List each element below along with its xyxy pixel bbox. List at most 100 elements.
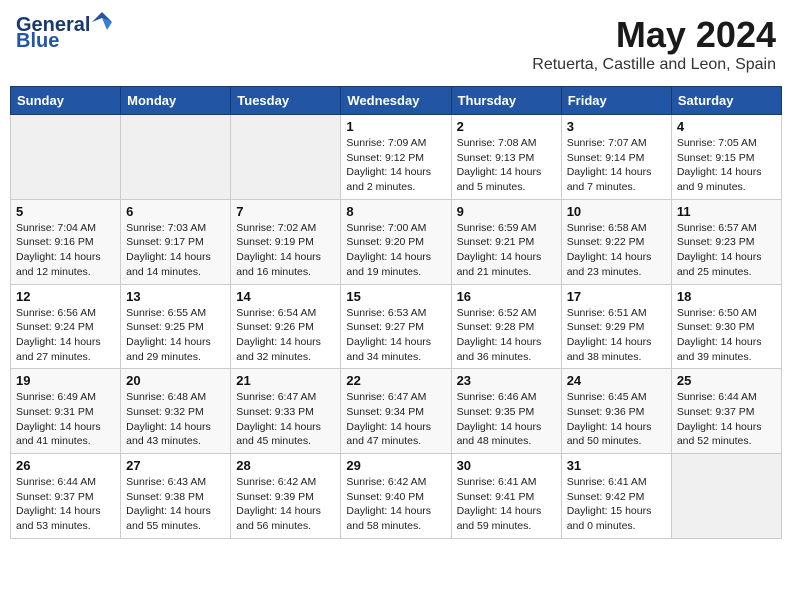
calendar-week-row: 19 Sunrise: 6:49 AM Sunset: 9:31 PM Dayli… xyxy=(11,369,782,454)
weekday-header-tuesday: Tuesday xyxy=(231,87,341,115)
day-number: 30 xyxy=(457,458,556,473)
weekday-header-friday: Friday xyxy=(561,87,671,115)
calendar-cell: 27Sunrise: 6:43 AM Sunset: 9:38 PM Dayli… xyxy=(121,454,231,539)
calendar-cell: 2Sunrise: 7:08 AM Sunset: 9:13 PM Daylig… xyxy=(451,115,561,200)
cell-content: Sunrise: 6:50 AM Sunset: 9:30 PM Dayligh… xyxy=(677,306,776,365)
cell-content: Sunrise: 6:58 AM Sunset: 9:22 PM Dayligh… xyxy=(567,221,666,280)
cell-content: Sunrise: 6:44 AM Sunset: 9:37 PM Dayligh… xyxy=(16,475,115,534)
page-header: General Blue May 2024 Retuerta, Castille… xyxy=(10,10,782,78)
day-number: 5 xyxy=(16,204,115,219)
calendar-body: 1 Sunrise: 7:09 AM Sunset: 9:12 PM Daylig… xyxy=(11,115,782,539)
cell-content: Sunrise: 6:54 AM Sunset: 9:26 PM Dayligh… xyxy=(236,306,335,365)
day-number: 3 xyxy=(567,119,666,134)
calendar-cell: 24Sunrise: 6:45 AM Sunset: 9:36 PM Dayli… xyxy=(561,369,671,454)
calendar-cell: 7 Sunrise: 7:02 AM Sunset: 9:19 PM Daylig… xyxy=(231,199,341,284)
cell-content: Sunrise: 6:42 AM Sunset: 9:39 PM Dayligh… xyxy=(236,475,335,534)
day-number: 21 xyxy=(236,373,335,388)
weekday-header-wednesday: Wednesday xyxy=(341,87,451,115)
cell-content: Sunrise: 6:48 AM Sunset: 9:32 PM Dayligh… xyxy=(126,390,225,449)
weekday-header-saturday: Saturday xyxy=(671,87,781,115)
calendar-cell: 28 Sunrise: 6:42 AM Sunset: 9:39 PM Dayli… xyxy=(231,454,341,539)
cell-content: Sunrise: 7:07 AM Sunset: 9:14 PM Dayligh… xyxy=(567,136,666,195)
day-number: 12 xyxy=(16,289,115,304)
calendar-cell: 13 Sunrise: 6:55 AM Sunset: 9:25 PM Dayli… xyxy=(121,284,231,369)
calendar-cell: 8Sunrise: 7:00 AM Sunset: 9:20 PM Daylig… xyxy=(341,199,451,284)
day-number: 22 xyxy=(346,373,445,388)
cell-content: Sunrise: 7:09 AM Sunset: 9:12 PM Dayligh… xyxy=(346,136,445,195)
weekday-header-monday: Monday xyxy=(121,87,231,115)
cell-content: Sunrise: 6:41 AM Sunset: 9:42 PM Dayligh… xyxy=(567,475,666,534)
title-area: May 2024 Retuerta, Castille and Leon, Sp… xyxy=(532,14,776,74)
calendar-cell: 9Sunrise: 6:59 AM Sunset: 9:21 PM Daylig… xyxy=(451,199,561,284)
cell-content: Sunrise: 6:49 AM Sunset: 9:31 PM Dayligh… xyxy=(16,390,115,449)
day-number: 26 xyxy=(16,458,115,473)
day-number: 7 xyxy=(236,204,335,219)
cell-content: Sunrise: 6:52 AM Sunset: 9:28 PM Dayligh… xyxy=(457,306,556,365)
calendar-cell: 31 Sunrise: 6:41 AM Sunset: 9:42 PM Dayli… xyxy=(561,454,671,539)
day-number: 1 xyxy=(346,119,445,134)
calendar-week-row: 12 Sunrise: 6:56 AM Sunset: 9:24 PM Dayli… xyxy=(11,284,782,369)
cell-content: Sunrise: 7:04 AM Sunset: 9:16 PM Dayligh… xyxy=(16,221,115,280)
day-number: 19 xyxy=(16,373,115,388)
cell-content: Sunrise: 6:44 AM Sunset: 9:37 PM Dayligh… xyxy=(677,390,776,449)
cell-content: Sunrise: 6:53 AM Sunset: 9:27 PM Dayligh… xyxy=(346,306,445,365)
calendar-cell: 5 Sunrise: 7:04 AM Sunset: 9:16 PM Daylig… xyxy=(11,199,121,284)
calendar-cell: 23Sunrise: 6:46 AM Sunset: 9:35 PM Dayli… xyxy=(451,369,561,454)
calendar-week-row: 5 Sunrise: 7:04 AM Sunset: 9:16 PM Daylig… xyxy=(11,199,782,284)
calendar-cell xyxy=(231,115,341,200)
calendar-cell: 19 Sunrise: 6:49 AM Sunset: 9:31 PM Dayli… xyxy=(11,369,121,454)
cell-content: Sunrise: 6:57 AM Sunset: 9:23 PM Dayligh… xyxy=(677,221,776,280)
day-number: 17 xyxy=(567,289,666,304)
day-number: 6 xyxy=(126,204,225,219)
cell-content: Sunrise: 7:02 AM Sunset: 9:19 PM Dayligh… xyxy=(236,221,335,280)
cell-content: Sunrise: 6:42 AM Sunset: 9:40 PM Dayligh… xyxy=(346,475,445,534)
calendar-cell: 30 Sunrise: 6:41 AM Sunset: 9:41 PM Dayli… xyxy=(451,454,561,539)
day-number: 8 xyxy=(346,204,445,219)
cell-content: Sunrise: 6:41 AM Sunset: 9:41 PM Dayligh… xyxy=(457,475,556,534)
calendar-cell: 29Sunrise: 6:42 AM Sunset: 9:40 PM Dayli… xyxy=(341,454,451,539)
day-number: 13 xyxy=(126,289,225,304)
logo-bird-icon xyxy=(92,12,112,34)
calendar-cell: 1 Sunrise: 7:09 AM Sunset: 9:12 PM Daylig… xyxy=(341,115,451,200)
calendar-cell: 4 Sunrise: 7:05 AM Sunset: 9:15 PM Daylig… xyxy=(671,115,781,200)
calendar-cell: 20 Sunrise: 6:48 AM Sunset: 9:32 PM Dayli… xyxy=(121,369,231,454)
day-number: 15 xyxy=(346,289,445,304)
day-number: 11 xyxy=(677,204,776,219)
day-number: 4 xyxy=(677,119,776,134)
cell-content: Sunrise: 7:05 AM Sunset: 9:15 PM Dayligh… xyxy=(677,136,776,195)
calendar-cell xyxy=(671,454,781,539)
cell-content: Sunrise: 6:56 AM Sunset: 9:24 PM Dayligh… xyxy=(16,306,115,365)
cell-content: Sunrise: 6:51 AM Sunset: 9:29 PM Dayligh… xyxy=(567,306,666,365)
day-number: 16 xyxy=(457,289,556,304)
main-title: May 2024 xyxy=(532,14,776,56)
day-number: 31 xyxy=(567,458,666,473)
calendar-table: SundayMondayTuesdayWednesdayThursdayFrid… xyxy=(10,86,782,539)
day-number: 14 xyxy=(236,289,335,304)
calendar-cell: 14 Sunrise: 6:54 AM Sunset: 9:26 PM Dayli… xyxy=(231,284,341,369)
cell-content: Sunrise: 7:03 AM Sunset: 9:17 PM Dayligh… xyxy=(126,221,225,280)
subtitle: Retuerta, Castille and Leon, Spain xyxy=(532,56,776,74)
day-number: 20 xyxy=(126,373,225,388)
calendar-cell: 18 Sunrise: 6:50 AM Sunset: 9:30 PM Dayli… xyxy=(671,284,781,369)
calendar-cell: 16 Sunrise: 6:52 AM Sunset: 9:28 PM Dayli… xyxy=(451,284,561,369)
cell-content: Sunrise: 6:47 AM Sunset: 9:34 PM Dayligh… xyxy=(346,390,445,449)
weekday-header-sunday: Sunday xyxy=(11,87,121,115)
cell-content: Sunrise: 6:46 AM Sunset: 9:35 PM Dayligh… xyxy=(457,390,556,449)
cell-content: Sunrise: 6:43 AM Sunset: 9:38 PM Dayligh… xyxy=(126,475,225,534)
calendar-cell: 15 Sunrise: 6:53 AM Sunset: 9:27 PM Dayli… xyxy=(341,284,451,369)
calendar-cell: 6 Sunrise: 7:03 AM Sunset: 9:17 PM Daylig… xyxy=(121,199,231,284)
calendar-week-row: 1 Sunrise: 7:09 AM Sunset: 9:12 PM Daylig… xyxy=(11,115,782,200)
day-number: 10 xyxy=(567,204,666,219)
calendar-cell: 22 Sunrise: 6:47 AM Sunset: 9:34 PM Dayli… xyxy=(341,369,451,454)
calendar-cell xyxy=(11,115,121,200)
calendar-week-row: 26 Sunrise: 6:44 AM Sunset: 9:37 PM Dayli… xyxy=(11,454,782,539)
day-number: 28 xyxy=(236,458,335,473)
day-number: 18 xyxy=(677,289,776,304)
cell-content: Sunrise: 6:55 AM Sunset: 9:25 PM Dayligh… xyxy=(126,306,225,365)
calendar-cell xyxy=(121,115,231,200)
calendar-cell: 26 Sunrise: 6:44 AM Sunset: 9:37 PM Dayli… xyxy=(11,454,121,539)
cell-content: Sunrise: 6:59 AM Sunset: 9:21 PM Dayligh… xyxy=(457,221,556,280)
logo: General Blue xyxy=(16,14,112,52)
weekday-header-row: SundayMondayTuesdayWednesdayThursdayFrid… xyxy=(11,87,782,115)
calendar-cell: 17 Sunrise: 6:51 AM Sunset: 9:29 PM Dayli… xyxy=(561,284,671,369)
